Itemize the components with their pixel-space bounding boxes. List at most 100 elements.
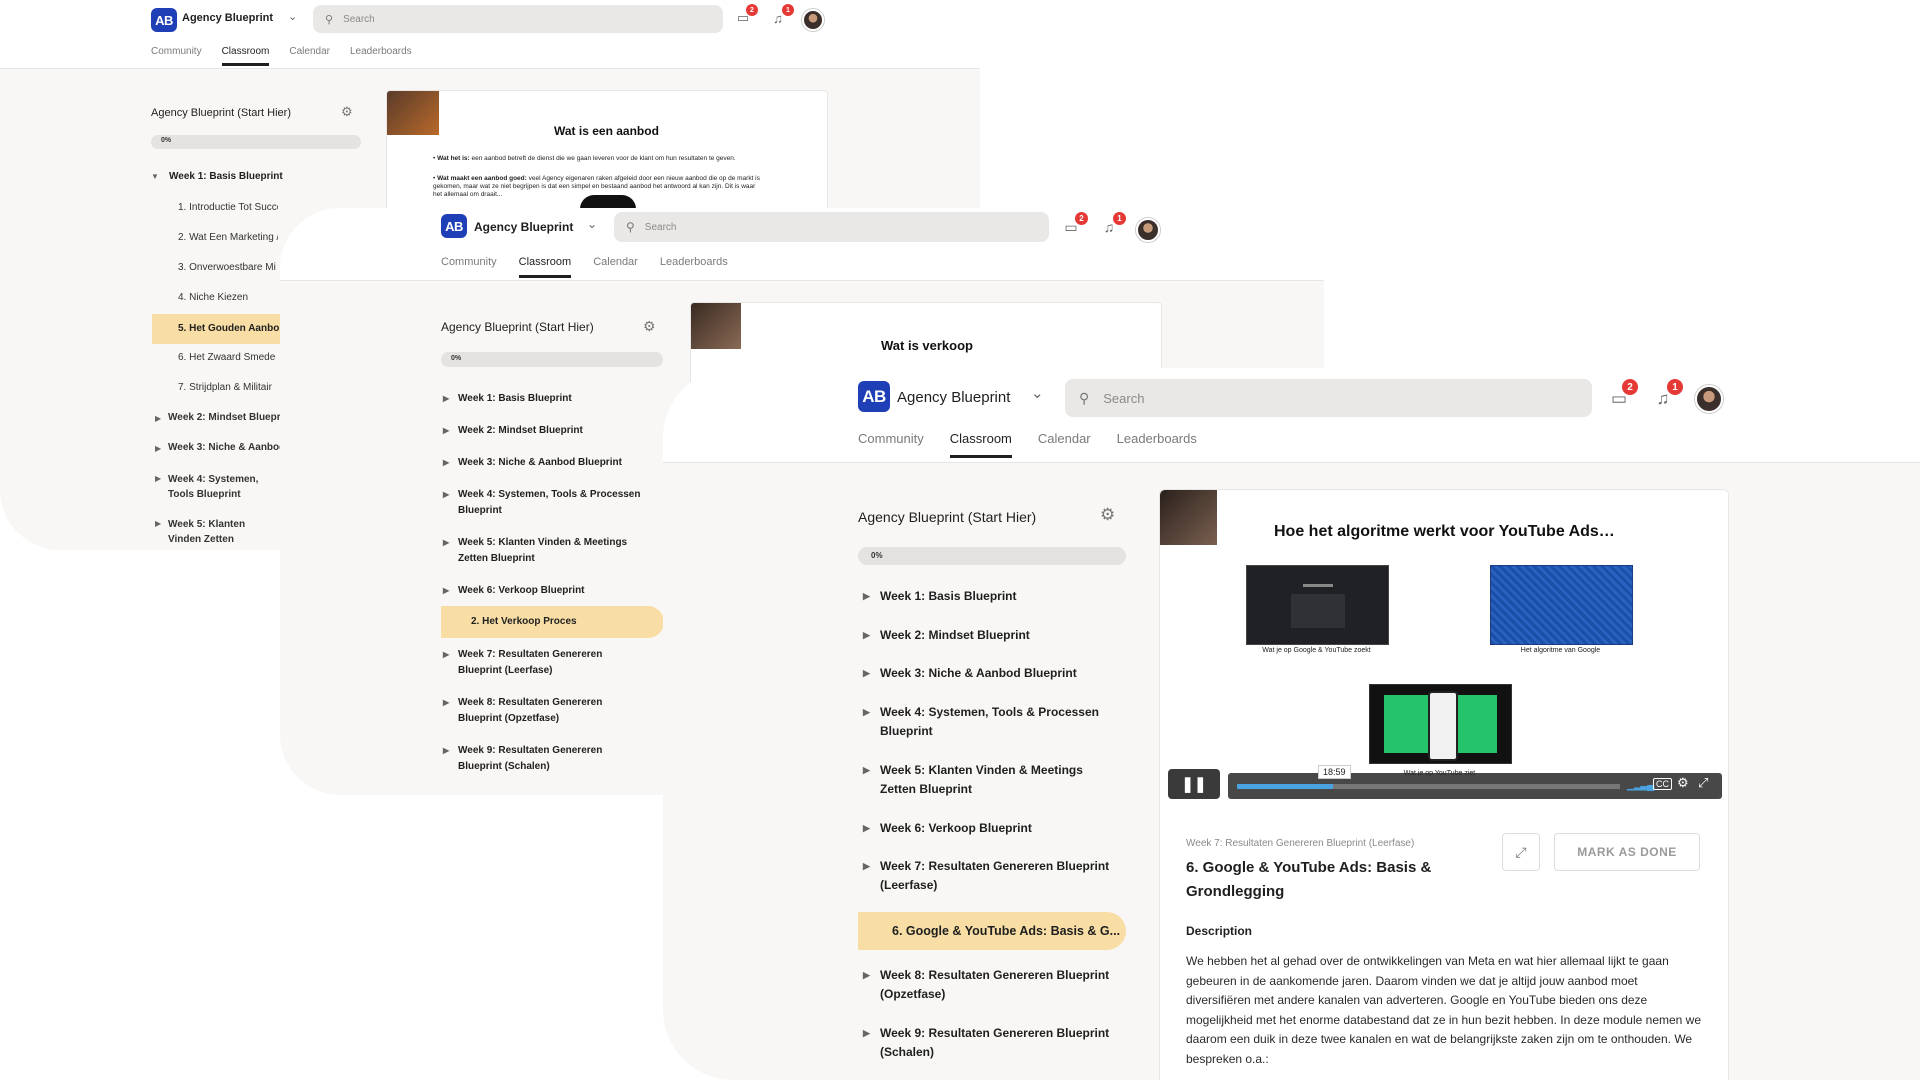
expand-icon: ⤢ [1515, 843, 1527, 860]
sidebar-week[interactable]: ▶ Week 8: Resultaten Genereren Blueprint … [443, 695, 643, 727]
app-name[interactable]: Agency Blueprint [474, 220, 573, 234]
sidebar-week[interactable]: ▶ Week 9: Resultaten Genereren Blueprint … [863, 1024, 1113, 1062]
tab-community[interactable]: Community [441, 256, 497, 268]
tab-classroom[interactable]: Classroom [221, 46, 269, 66]
search-placeholder: Search [644, 221, 677, 233]
tab-community[interactable]: Community [858, 431, 924, 446]
tab-classroom[interactable]: Classroom [518, 256, 571, 278]
sidebar-week[interactable]: ▶ Week 4: Systemen, Tools & Processen Blu… [443, 487, 643, 519]
app-name[interactable]: Agency Blueprint [897, 389, 1010, 406]
sidebar-week[interactable]: ▶ Week 2: Mindset Blueprint [443, 423, 643, 439]
gear-icon[interactable]: ⚙ [1100, 505, 1115, 525]
gear-icon[interactable]: ⚙ [643, 318, 656, 335]
sidebar-week-1[interactable]: ▼ Week 1: Basis Blueprint [151, 171, 283, 182]
video-caption: Het algoritme van Google [1520, 647, 1601, 654]
sidebar-week[interactable]: ▶ Week 4: Systemen, Tools & Processen Blu… [863, 703, 1113, 741]
sidebar-week[interactable]: ▶ Week 3: Niche & Aanbod Blueprint [443, 455, 643, 471]
presenter-video [387, 91, 439, 135]
breadcrumb[interactable]: Week 7: Resultaten Genereren Blueprint (… [1186, 838, 1414, 849]
expand-button[interactable]: ⤢ [1502, 833, 1540, 871]
caret-right-icon: ▶ [443, 490, 450, 499]
sidebar-week[interactable]: ▶ Week 1: Basis Blueprint [863, 587, 1113, 606]
lesson-item[interactable]: 1. Introductie Tot Success [178, 202, 278, 213]
tab-leaderboards[interactable]: Leaderboards [1117, 431, 1197, 446]
sidebar-week[interactable]: ▶ Week 2: Mindset Blueprint [863, 626, 1113, 645]
sidebar-week[interactable]: Week 3: Niche & Aanbod [168, 442, 280, 453]
app-logo[interactable]: AB [441, 214, 467, 238]
video-progress-fill [1237, 784, 1333, 789]
presenter-video [1160, 490, 1217, 545]
sidebar-week[interactable]: Week 2: Mindset Blueprin [168, 412, 280, 423]
time-tooltip: 18:59 [1318, 765, 1351, 779]
sidebar-week[interactable]: ▶ Week 6: Verkoop Blueprint [443, 583, 643, 599]
caret-right-icon: ▶ [443, 458, 450, 467]
sidebar-week[interactable]: ▶ Week 3: Niche & Aanbod Blueprint [863, 664, 1113, 683]
avatar[interactable] [1136, 218, 1160, 242]
lesson-item[interactable]: 7. Strijdplan & Militair [178, 382, 278, 393]
search-input[interactable]: ⚲ Search [614, 212, 1049, 242]
slide-title: Hoe het algoritme werkt voor YouTube Ads… [1274, 523, 1615, 540]
sidebar-week[interactable]: ▶ Week 5: Klanten Vinden & Meetings Zette… [443, 535, 643, 567]
tab-calendar[interactable]: Calendar [1038, 431, 1091, 446]
app-logo[interactable]: AB [858, 381, 890, 412]
tab-community[interactable]: Community [151, 46, 202, 57]
sidebar-week[interactable]: ▶ Week 6: Verkoop Blueprint [863, 819, 1113, 838]
sidebar-week[interactable]: ▶ Week 5: Klanten Vinden & Meetings Zette… [863, 761, 1113, 799]
app-name[interactable]: Agency Blueprint [182, 12, 273, 24]
chevron-down-icon[interactable]: ⌄ [288, 10, 297, 23]
tab-leaderboards[interactable]: Leaderboards [660, 256, 728, 268]
tab-classroom[interactable]: Classroom [949, 431, 1013, 458]
sidebar-week[interactable]: ▶ Week 8: Resultaten Genereren Blueprint … [863, 966, 1113, 1004]
lesson-item[interactable]: 4. Niche Kiezen [178, 292, 278, 303]
sidebar-week[interactable]: ▶ Week 7: Resultaten Genereren Blueprint … [863, 857, 1113, 895]
app-logo[interactable]: AB [151, 8, 177, 32]
fullscreen-icon[interactable]: ⤢ [1698, 775, 1708, 791]
pause-button[interactable]: ❚❚ [1168, 769, 1220, 799]
description-heading: Description [1186, 924, 1253, 938]
lesson-item[interactable]: 6. Het Zwaard Smede [178, 352, 278, 363]
sidebar-week[interactable]: ▶ Week 7: Resultaten Genereren Blueprint … [443, 647, 643, 679]
captions-icon[interactable]: CC [1653, 778, 1672, 790]
search-icon: ⚲ [1079, 389, 1090, 406]
gear-icon[interactable]: ⚙ [341, 104, 353, 120]
avatar[interactable] [1695, 385, 1723, 413]
lesson-item[interactable]: 2. Wat Een Marketing / [178, 232, 278, 243]
search-icon: ⚲ [626, 220, 635, 234]
search-input[interactable]: ⚲ Search [313, 5, 723, 33]
main-tabs: Community Classroom Calendar Leaderboard… [441, 256, 728, 278]
lesson-item-active[interactable]: 2. Het Verkoop Proces [441, 606, 664, 638]
video-progress-track[interactable] [1237, 784, 1620, 789]
caret-right-icon: ▶ [863, 630, 870, 640]
settings-icon[interactable]: ⚙ [1677, 775, 1689, 791]
caret-right-icon: ▶ [443, 426, 450, 435]
lesson-item-active[interactable]: 6. Google & YouTube Ads: Basis & G... [858, 912, 1126, 950]
tab-leaderboards[interactable]: Leaderboards [350, 46, 412, 57]
course-progress: 0% [858, 547, 1126, 565]
course-progress: 0% [441, 352, 663, 367]
sidebar-week[interactable]: ▶ Week 9: Resultaten Genereren Blueprint … [443, 743, 643, 775]
chevron-down-icon[interactable]: ⌄ [587, 217, 597, 231]
caret-right-icon: ▶ [155, 444, 162, 453]
sidebar-week[interactable]: ▶ Week 1: Basis Blueprint [443, 391, 643, 407]
lesson-item-active[interactable]: 5. Het Gouden Aanbo [152, 314, 280, 344]
mark-as-done-button[interactable]: MARK AS DONE [1554, 833, 1700, 871]
chevron-down-icon[interactable]: ⌄ [1031, 384, 1044, 402]
search-input[interactable]: ⚲ Search [1065, 379, 1592, 417]
tab-calendar[interactable]: Calendar [593, 256, 638, 268]
algorithm-screenshot [1490, 565, 1633, 645]
caret-right-icon: ▶ [155, 474, 162, 483]
caret-right-icon: ▶ [863, 765, 870, 775]
sidebar-week[interactable]: Week 4: Systemen, Tools Blueprint [168, 472, 280, 502]
caret-right-icon: ▶ [863, 707, 870, 717]
tab-calendar[interactable]: Calendar [289, 46, 330, 57]
description-text: We hebben het al gehad over de ontwikkel… [1186, 954, 1702, 1066]
caret-right-icon: ▶ [863, 861, 870, 871]
lesson-item[interactable]: 3. Onverwoestbare Mi [178, 262, 278, 273]
sidebar-week[interactable]: Week 5: Klanten Vinden Zetten Blueprint [168, 517, 280, 547]
lesson-video[interactable]: Hoe het algoritme werkt voor YouTube Ads… [1160, 490, 1728, 801]
volume-icon[interactable]: ▁▂▃▄ [1627, 780, 1654, 791]
course-progress: 0% [151, 135, 361, 149]
search-icon: ⚲ [325, 13, 334, 26]
caret-right-icon: ▶ [863, 1028, 870, 1038]
avatar[interactable] [802, 9, 824, 31]
